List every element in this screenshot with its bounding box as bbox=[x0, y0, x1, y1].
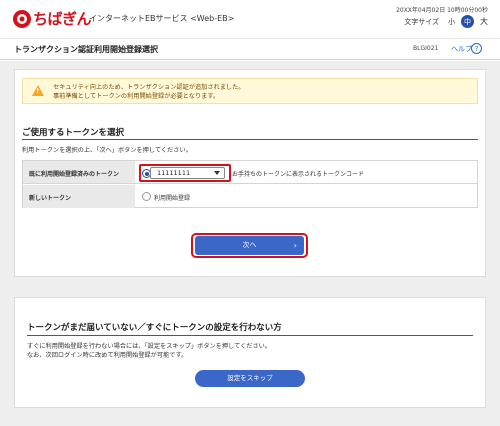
skip-instruction-line-1: すぐに利用開始登録を行わない場合には、「設定をスキップ」ボタンを押してください。 bbox=[27, 343, 272, 350]
new-token-label: 新しいトークン bbox=[23, 185, 135, 208]
notice-line-2: 事前準備としてトークンの利用開始登録が必要となります。 bbox=[53, 93, 220, 100]
new-token-option-label: 利用開始登録 bbox=[154, 195, 191, 202]
title-bar: トランザクション認証利用開始登録選択 BLGI021 ヘルプ ? bbox=[0, 38, 500, 60]
header: ちばぎん インターネットEBサービス <Web-EB> 20XX年04月02日 … bbox=[0, 0, 500, 38]
help-icon[interactable]: ? bbox=[471, 43, 482, 54]
skip-settings-button[interactable]: 設定をスキップ bbox=[195, 370, 305, 387]
new-token-radio[interactable] bbox=[142, 192, 151, 201]
notice-line-1: セキュリティ向上のため、トランザクション認証が追加されました。 bbox=[53, 84, 245, 91]
font-size-medium-button[interactable]: 中 bbox=[461, 15, 474, 28]
current-datetime: 20XX年04月02日 10時00分00秒 bbox=[396, 7, 488, 14]
token-section-title: ご使用するトークンを選択 bbox=[22, 128, 125, 138]
token-hint: お手持ちのトークンに表示されるトークンコード bbox=[232, 171, 365, 178]
help-link[interactable]: ヘルプ bbox=[451, 44, 472, 54]
skip-section-title: トークンがまだ届いていない／すぐにトークンの設定を行わない方 bbox=[27, 323, 282, 333]
chibagin-logo-icon bbox=[13, 10, 31, 28]
token-table: 既に利用開始登録済みのトークン 新しいトークン bbox=[22, 160, 478, 208]
next-button-label: 次へ bbox=[242, 241, 257, 249]
font-size-label: 文字サイズ bbox=[404, 17, 439, 26]
token-select-value: 11111111 bbox=[157, 169, 191, 177]
next-button[interactable]: 次へ › bbox=[195, 236, 304, 255]
section-divider bbox=[27, 335, 473, 336]
chevron-right-icon: › bbox=[293, 241, 297, 250]
brand-subtitle: インターネットEBサービス <Web-EB> bbox=[89, 14, 235, 23]
section-divider bbox=[22, 139, 478, 140]
font-size-large-button[interactable]: 大 bbox=[480, 16, 488, 27]
font-size-small-button[interactable]: 小 bbox=[448, 17, 455, 27]
notice-text: セキュリティ向上のため、トランザクション認証が追加されました。 事前準備としてト… bbox=[53, 83, 244, 101]
font-size-switcher: 文字サイズ 小 中 大 bbox=[404, 15, 488, 28]
screen-id: BLGI021 bbox=[413, 45, 439, 52]
registered-token-label: 既に利用開始登録済みのトークン bbox=[23, 161, 135, 183]
skip-instruction: すぐに利用開始登録を行わない場合には、「設定をスキップ」ボタンを押してください。… bbox=[27, 342, 271, 360]
warning-icon: ! bbox=[32, 85, 44, 96]
security-notice: ! セキュリティ向上のため、トランザクション認証が追加されました。 事前準備とし… bbox=[22, 78, 478, 104]
page-title: トランザクション認証利用開始登録選択 bbox=[14, 45, 158, 54]
token-instruction: 利用トークンを選択の上、「次へ」ボタンを押してください。 bbox=[22, 147, 192, 154]
caret-down-icon bbox=[214, 171, 220, 175]
skip-instruction-line-2: なお、次回ログイン時に改めて利用開始登録が可能です。 bbox=[27, 352, 188, 359]
brand-name: ちばぎん bbox=[33, 10, 92, 28]
token-select[interactable]: 11111111 bbox=[150, 167, 225, 179]
new-token-row: 新しいトークン bbox=[23, 185, 477, 208]
